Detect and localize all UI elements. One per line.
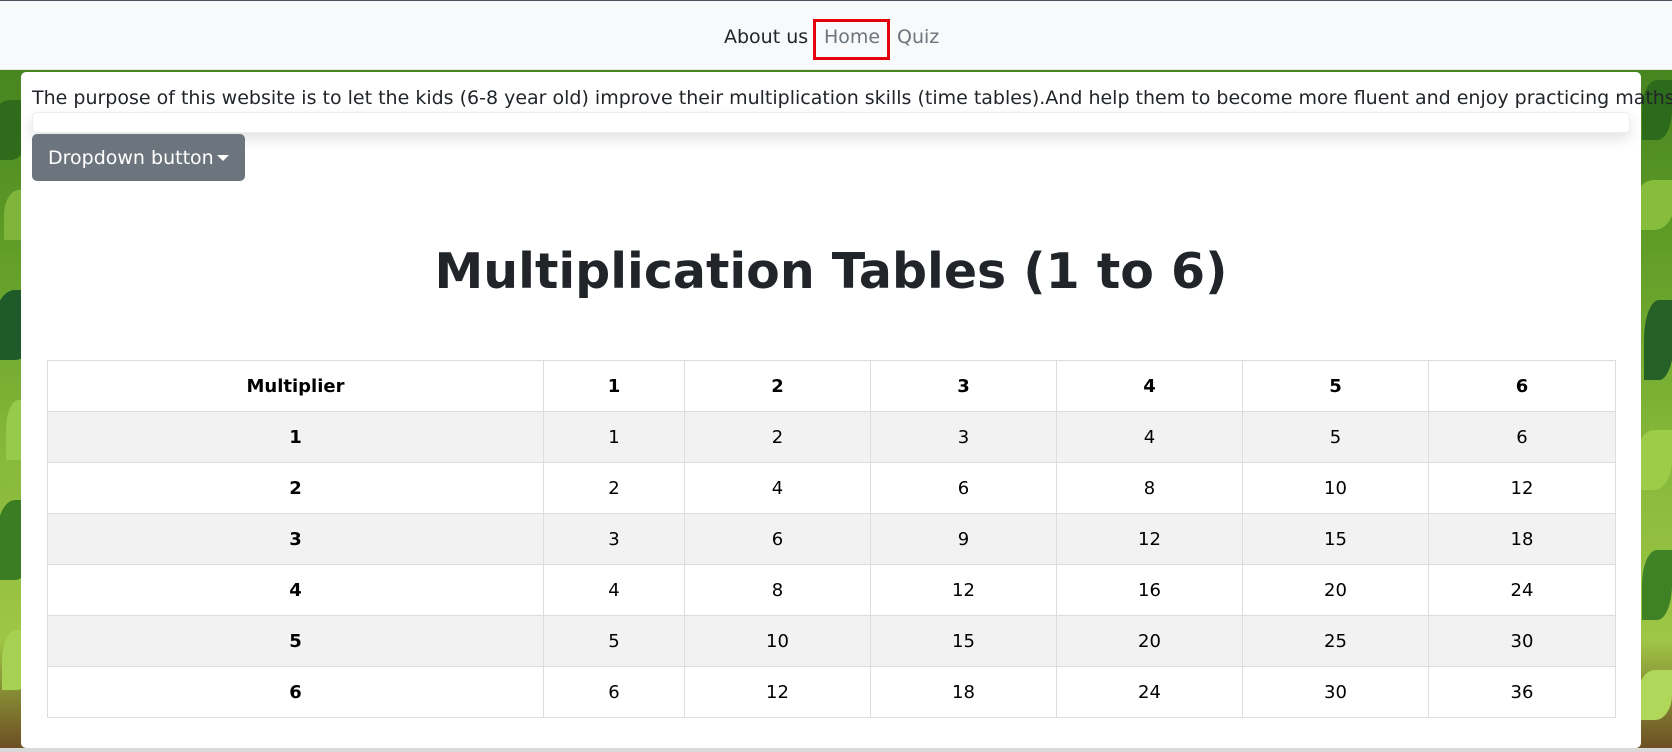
table-cell: 2: [684, 411, 871, 463]
dropdown-button-label: Dropdown button: [48, 146, 214, 169]
bottom-strip: [0, 748, 1672, 752]
intro-divider-bar: [32, 112, 1630, 133]
jungle-background-right: [1640, 70, 1672, 752]
table-cell: 36: [1428, 666, 1616, 718]
caret-down-icon: [217, 155, 229, 161]
table-cell: 12: [1056, 513, 1243, 565]
page-title: Multiplication Tables (1 to 6): [434, 243, 1228, 300]
top-navbar: About us Home Quiz: [0, 0, 1672, 70]
table-cell: 6: [1428, 411, 1616, 463]
row-multiplier-cell: 3: [47, 513, 544, 565]
table-row: 5 5 10 15 20 25 30: [47, 615, 1616, 667]
table-header-cell: 2: [684, 360, 871, 412]
table-cell: 4: [543, 564, 685, 616]
table-cell: 3: [543, 513, 685, 565]
table-cell: 5: [543, 615, 685, 667]
table-header-cell: 6: [1428, 360, 1616, 412]
row-multiplier-cell: 2: [47, 462, 544, 514]
dropdown-button[interactable]: Dropdown button: [32, 134, 245, 181]
table-header-cell: Multiplier: [47, 360, 544, 412]
table-cell: 16: [1056, 564, 1243, 616]
table-cell: 12: [684, 666, 871, 718]
table-cell: 15: [1242, 513, 1429, 565]
table-row: 3 3 6 9 12 15 18: [47, 513, 1616, 565]
table-cell: 20: [1242, 564, 1429, 616]
table-cell: 9: [870, 513, 1057, 565]
row-multiplier-cell: 6: [47, 666, 544, 718]
table-cell: 18: [870, 666, 1057, 718]
table-row: 4 4 8 12 16 20 24: [47, 564, 1616, 616]
table-cell: 6: [870, 462, 1057, 514]
table-cell: 24: [1056, 666, 1243, 718]
table-cell: 12: [1428, 462, 1616, 514]
table-cell: 6: [543, 666, 685, 718]
table-cell: 1: [543, 411, 685, 463]
table-header-cell: 5: [1242, 360, 1429, 412]
table-cell: 30: [1428, 615, 1616, 667]
table-cell: 20: [1056, 615, 1243, 667]
table-header-cell: 1: [543, 360, 685, 412]
nav-link-quiz[interactable]: Quiz: [897, 25, 939, 49]
intro-text: The purpose of this website is to let th…: [32, 87, 1672, 109]
table-cell: 4: [1056, 411, 1243, 463]
table-cell: 5: [1242, 411, 1429, 463]
table-cell: 2: [543, 462, 685, 514]
table-cell: 18: [1428, 513, 1616, 565]
table-row: 1 1 2 3 4 5 6: [47, 411, 1616, 463]
table-cell: 8: [1056, 462, 1243, 514]
table-cell: 15: [870, 615, 1057, 667]
table-cell: 12: [870, 564, 1057, 616]
table-cell: 10: [1242, 462, 1429, 514]
table-row: 2 2 4 6 8 10 12: [47, 462, 1616, 514]
table-cell: 25: [1242, 615, 1429, 667]
table-cell: 10: [684, 615, 871, 667]
row-multiplier-cell: 5: [47, 615, 544, 667]
table-cell: 30: [1242, 666, 1429, 718]
table-cell: 6: [684, 513, 871, 565]
table-cell: 24: [1428, 564, 1616, 616]
table-cell: 8: [684, 564, 871, 616]
table-row: 6 6 12 18 24 30 36: [47, 666, 1616, 718]
table-header-cell: 3: [870, 360, 1057, 412]
row-multiplier-cell: 1: [47, 411, 544, 463]
table-cell: 4: [684, 462, 871, 514]
table-header-cell: 4: [1056, 360, 1243, 412]
table-header-row: Multiplier 1 2 3 4 5 6: [47, 360, 1616, 412]
nav-link-about-us[interactable]: About us: [724, 25, 808, 49]
home-highlight-box: [813, 19, 890, 60]
multiplication-table: Multiplier 1 2 3 4 5 6 1 1 2 3 4 5 6 2 2: [47, 360, 1616, 718]
main-content-card: The purpose of this website is to let th…: [21, 72, 1672, 748]
table-cell: 3: [870, 411, 1057, 463]
row-multiplier-cell: 4: [47, 564, 544, 616]
